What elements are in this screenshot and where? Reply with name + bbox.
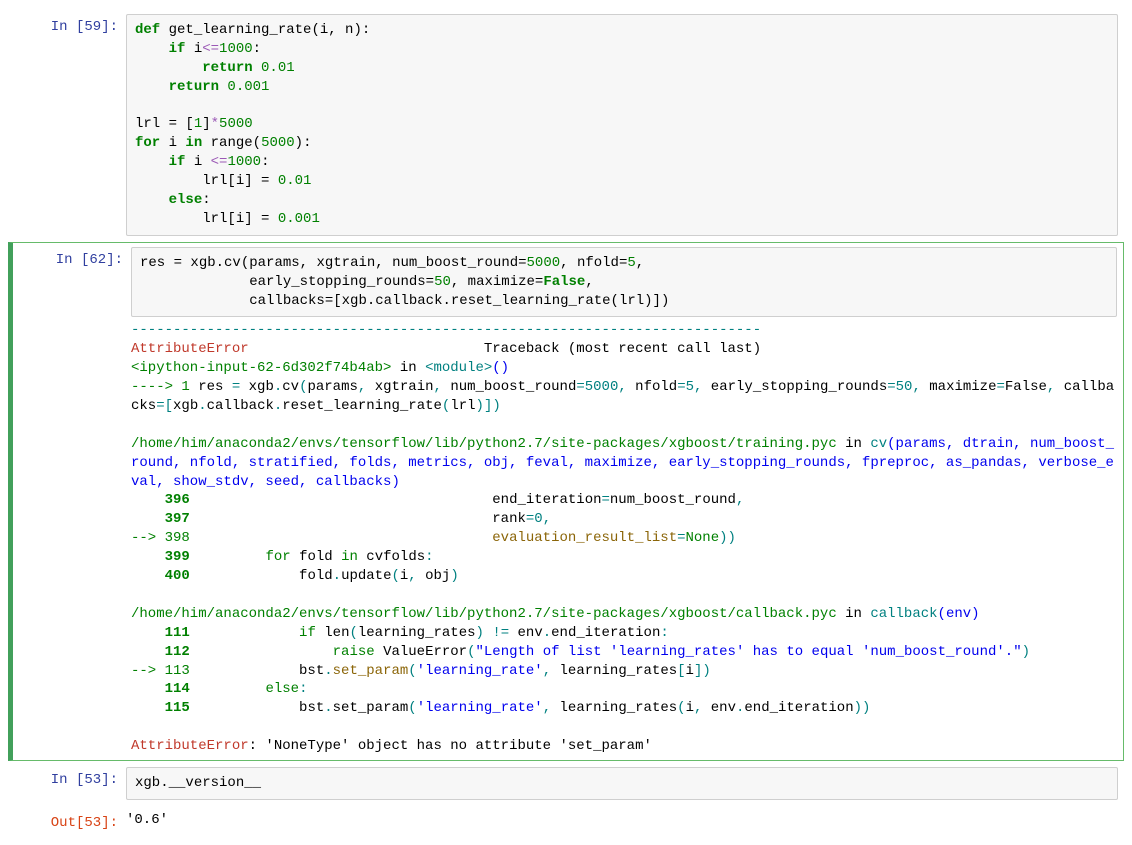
code-input[interactable]: def get_learning_rate(i, n): if i<=1000:…: [126, 14, 1118, 236]
code-cell-53[interactable]: In [53]: xgb.__version__: [8, 763, 1124, 804]
output-prompt: Out[53]:: [8, 810, 126, 831]
code-cell-62[interactable]: In [62]: res = xgb.cv(params, xgtrain, n…: [8, 242, 1124, 761]
code-input[interactable]: xgb.__version__: [126, 767, 1118, 800]
code-cell-59[interactable]: In [59]: def get_learning_rate(i, n): if…: [8, 10, 1124, 240]
traceback-output: ----------------------------------------…: [131, 317, 1117, 755]
code-input[interactable]: res = xgb.cv(params, xgtrain, num_boost_…: [131, 247, 1117, 318]
input-prompt: In [53]:: [8, 767, 126, 800]
output-cell-53: Out[53]: '0.6': [8, 806, 1124, 835]
input-prompt: In [62]:: [13, 247, 131, 756]
input-prompt: In [59]:: [8, 14, 126, 236]
output-text: '0.6': [126, 810, 1118, 830]
